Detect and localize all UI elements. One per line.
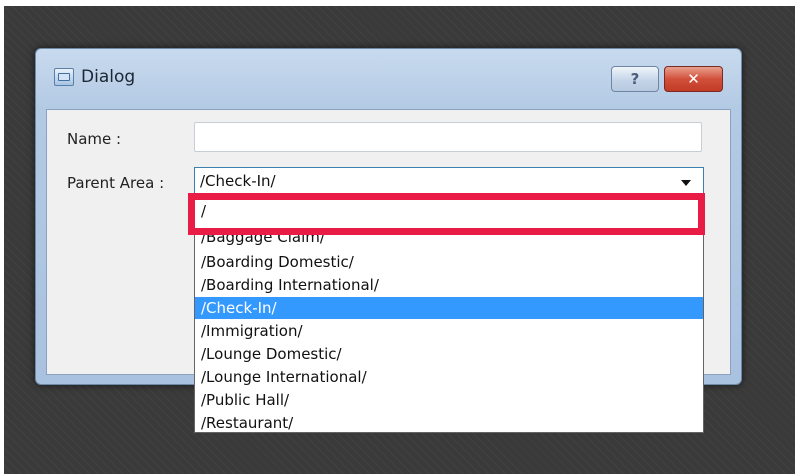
dropdown-option-lounge-domestic[interactable]: /Lounge Domestic/ (195, 343, 703, 365)
dropdown-option-public-hall[interactable]: /Public Hall/ (195, 389, 703, 411)
dropdown-option-boarding-domestic[interactable]: /Boarding Domestic/ (195, 251, 703, 273)
chevron-down-icon[interactable] (681, 180, 691, 186)
parent-area-value: /Check-In/ (200, 172, 276, 190)
dropdown-option-boarding-international[interactable]: /Boarding International/ (195, 274, 703, 296)
dropdown-option-immigration[interactable]: /Immigration/ (195, 320, 703, 342)
parent-area-combobox[interactable]: /Check-In/ (194, 167, 704, 195)
name-label: Name : (67, 130, 122, 148)
name-input[interactable] (194, 122, 702, 152)
dropdown-option-lounge-international[interactable]: /Lounge International/ (195, 366, 703, 388)
window-icon (54, 68, 74, 86)
dialog-title: Dialog (81, 67, 136, 87)
close-button[interactable]: ✕ (664, 66, 723, 92)
parent-area-label: Parent Area : (67, 174, 165, 192)
dropdown-option-restaurant[interactable]: /Restaurant/ (195, 412, 703, 432)
annotation-highlight-box (188, 193, 705, 235)
dropdown-option-check-in[interactable]: /Check-In/ (195, 297, 703, 319)
title-bar[interactable]: Dialog ? ✕ (36, 49, 741, 109)
help-button[interactable]: ? (611, 66, 659, 92)
